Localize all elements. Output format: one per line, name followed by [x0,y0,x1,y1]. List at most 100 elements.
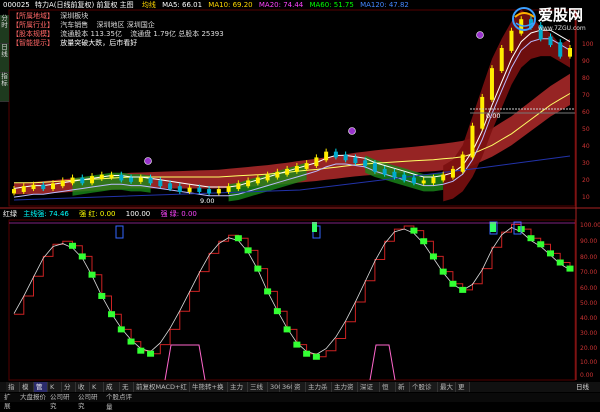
toolbar-tab[interactable]: 分时 [62,382,76,401]
toolbar-tab[interactable]: 恒生 [380,382,396,401]
candle [51,183,56,190]
toolbar-tab[interactable]: 收盘 [76,382,90,401]
candle [324,151,329,161]
toolbar-tab[interactable]: 更多 [456,382,470,401]
candle [60,180,65,187]
green-block [264,288,272,295]
price-label: 20 [582,177,590,184]
candle [216,189,221,194]
candle [12,189,16,194]
candle [460,154,465,172]
toolbar-tab[interactable]: K线 [48,382,62,401]
toolbar-tab[interactable]: 个股诊断 [410,382,438,401]
green-block [312,353,320,360]
green-block [410,227,418,234]
candle [70,177,75,184]
toolbar-right-label[interactable]: 日线 [576,382,589,392]
sub-axis-label: 60.00 [580,285,598,292]
info-extra: 深圳地区 深圳国企 [96,21,155,29]
sub-axis-label: 0.00 [580,372,594,379]
candle [99,174,104,179]
green-block [69,242,77,249]
ma-item-0: MA5: 66.01 [162,1,203,9]
bottom-tab[interactable]: 公司研究 [48,393,76,410]
sub-axis-label: 50.00 [580,300,598,307]
sub-axis-label: 20.00 [580,345,598,352]
sub-axis-label: 90.00 [580,238,598,245]
green-block [78,253,86,260]
green-block [283,326,291,333]
candle [402,174,407,181]
white-line [13,227,571,355]
toolbar-tab[interactable]: 新闻 [396,382,410,401]
bottom-tab[interactable]: 个股点评 [104,393,134,402]
side-tab-1[interactable]: 日线 [0,44,9,73]
sub-axis-label: 30.00 [580,330,598,337]
ma-label: 均线 [141,1,156,9]
green-block [566,265,574,272]
top-bar [115,225,124,239]
toolbar-tab[interactable]: 管理 [34,382,48,401]
bottom-tab[interactable]: 公司研究 [76,393,104,410]
header-bar: 000025 特力A(日线前复权) 前复权 主图 均线 MA5: 66.01 M… [3,1,409,10]
toolbar-tab[interactable]: 主力杀跌 [306,382,332,401]
bottom-tab[interactable]: 大盘报价 [18,393,48,402]
candle [119,174,124,181]
toolbar-tab[interactable]: 300 [268,382,282,392]
candle [21,186,26,192]
candle [207,189,212,194]
toolbar-tab[interactable]: 模板 [20,382,34,401]
ma-item-2: MA20: 74.44 [258,1,304,9]
green-block [429,253,437,260]
candle [568,48,572,57]
chart-stage [0,0,600,402]
price-label: 50 [582,126,590,133]
signal-circle [144,157,152,165]
toolbar-tab[interactable]: 三线粘合 [248,382,268,401]
bottom-bar: 扩展 大盘报价 公司研究 公司研究 个股点评 [0,393,600,410]
candle [275,171,280,178]
green-block [127,338,135,345]
toolbar-tab[interactable]: 最大盘 [438,382,456,401]
chart-canvas[interactable] [0,0,600,402]
toolbar-tab[interactable]: 深证成 [358,382,380,401]
toolbar-tab[interactable]: 主力资金 [332,382,358,401]
green-block [234,235,242,242]
toolbar-tab[interactable]: 牛熊转+换手率 [190,382,228,401]
candle [90,176,95,184]
toolbar-tab[interactable]: 资金 [292,382,306,401]
toolbar-tab[interactable]: 指标 [6,382,20,401]
red-step-line [14,224,571,358]
info-row-1: 【所属行业】 汽车销售 深圳地区 深圳国企 [12,21,155,30]
candle [470,125,475,158]
candle [255,177,260,184]
candle [236,183,241,190]
candle [411,177,416,184]
green-block [98,292,106,299]
bottom-tab[interactable]: 扩展 [2,393,18,410]
side-tab-2[interactable]: 指标 [0,73,9,102]
price-label: 70 [582,92,590,99]
annotation: 0.00 [486,112,501,120]
side-tab-0[interactable]: 分时 [0,15,9,44]
candle [31,184,36,190]
candle [138,177,143,182]
candle [187,187,192,192]
stock-name: 特力A(日线前复权) 前复权 主图 [34,1,134,9]
toolbar-tab[interactable]: 前复权MACD+红绿灯 [134,382,190,401]
bottom-signal [369,344,396,381]
info-value: 汽车销售 [60,21,89,29]
price-label: 90 [582,58,590,65]
toolbar-tab[interactable]: K线 [90,382,104,401]
candle [168,183,173,190]
toolbar-tab[interactable]: 成交量 [104,382,120,411]
candle [158,180,163,187]
info-row-3: 【智能提示】 放量突破大跌，后市看好 [12,39,137,48]
toolbar-tab[interactable]: 无线 [120,382,134,401]
ma-item-4: MA120: 47.82 [360,1,409,9]
watermark-brand: 爱股网 [538,6,584,24]
toolbar-tab[interactable]: 主力趋势 [228,382,248,401]
green-block [449,280,457,287]
toolbar-tab[interactable]: 360 [280,382,294,392]
ma-item-3: MA60: 51.75 [309,1,354,9]
